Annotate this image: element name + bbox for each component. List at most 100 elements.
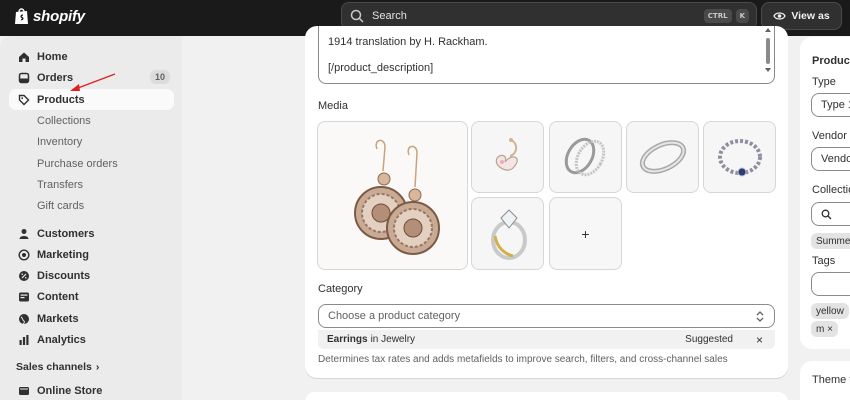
sidebar-item-products[interactable]: Products	[9, 89, 174, 110]
view-as-label: View as	[791, 10, 830, 22]
sidebar-item-label: Online Store	[37, 384, 103, 397]
sidebar-item-label: Analytics	[37, 333, 86, 346]
tag-icon	[17, 93, 30, 106]
dismiss-suggestion-icon[interactable]: ×	[756, 333, 763, 347]
target-icon	[17, 248, 30, 261]
sidebar-item-label: Purchase orders	[37, 157, 118, 170]
search-icon	[821, 209, 832, 219]
category-suggestion[interactable]: Earrings in Jewelry Suggested ×	[318, 330, 775, 349]
collection-chip[interactable]: Summer	[811, 233, 850, 249]
shopify-bag-icon	[15, 8, 28, 24]
category-select[interactable]: Choose a product category	[318, 304, 775, 328]
sales-channels-label: Sales channels	[16, 361, 92, 373]
tag-chip-label: yellow	[816, 305, 844, 317]
vendor-label: Vendor	[812, 130, 847, 142]
brand-name: shopify	[33, 7, 85, 25]
sidebar-item-marketing[interactable]: Marketing	[9, 244, 174, 265]
shortcut-key-ctrl: CTRL	[703, 9, 732, 23]
collections-search-field[interactable]	[811, 202, 850, 226]
vendor-field[interactable]: Vendor	[811, 147, 850, 171]
media-band-ring[interactable]	[626, 121, 699, 193]
sidebar-item-home[interactable]: Home	[9, 46, 174, 67]
sidebar-item-content[interactable]: Content	[9, 286, 174, 307]
sidebar-item-label: Collections	[37, 114, 91, 127]
sidebar-item-markets[interactable]: Markets	[9, 308, 174, 329]
content-icon	[17, 290, 30, 303]
media-bracelet[interactable]	[703, 121, 776, 193]
shopify-logo[interactable]: shopify	[14, 7, 85, 25]
tag-chip[interactable]: yellow	[811, 303, 849, 319]
tags-label: Tags	[812, 255, 836, 267]
sidebar-item-label: Content	[37, 290, 79, 303]
media-solitaire-ring[interactable]	[471, 197, 544, 270]
sidebar-item-label: Inventory	[37, 135, 83, 148]
type-field[interactable]: Type 1	[811, 93, 850, 117]
sidebar-item-label: Customers	[37, 227, 95, 240]
plus-icon: +	[581, 225, 590, 242]
category-placeholder: Choose a product category	[328, 310, 461, 322]
sidebar-item-label: Gift cards	[37, 199, 85, 212]
organization-title: Product	[812, 55, 850, 67]
discount-icon	[17, 269, 30, 282]
media-label: Media	[318, 100, 348, 112]
sidebar-item-discounts[interactable]: Discounts	[9, 265, 174, 286]
suggestion-context: in Jewelry	[370, 334, 416, 345]
sales-channels-header[interactable]: Sales channels ›	[16, 361, 99, 373]
search-placeholder: Search	[372, 10, 407, 22]
band-ring-image	[639, 140, 686, 174]
chevron-up-down-icon	[756, 311, 764, 322]
description-editor[interactable]: 1914 translation by H. Rackham. [/produc…	[318, 26, 775, 84]
tag-chip[interactable]: m ×	[811, 321, 838, 337]
theme-template-card: Theme t	[800, 361, 850, 400]
suggestion-name: Earrings	[327, 334, 368, 345]
rings-image	[564, 137, 605, 177]
media-earrings[interactable]	[317, 121, 468, 270]
orders-icon	[17, 71, 30, 84]
solitaire-ring-image	[490, 208, 527, 260]
sidebar-item-transfers[interactable]: Transfers	[9, 174, 174, 195]
home-icon	[17, 50, 30, 63]
suggested-tag: Suggested	[685, 334, 733, 345]
orders-count-badge: 10	[149, 70, 170, 84]
sidebar-item-orders[interactable]: Orders 10	[9, 67, 174, 88]
sidebar-item-label: Products	[37, 93, 85, 106]
sidebar-item-label: Orders	[37, 71, 74, 84]
sidebar-item-collections[interactable]: Collections	[9, 110, 174, 131]
sidebar-item-purchase-orders[interactable]: Purchase orders	[9, 153, 174, 174]
description-line: [/product_description]	[328, 62, 434, 74]
type-label: Type	[812, 76, 836, 88]
sidebar: Home Orders 10 Products Collections Inve…	[0, 36, 182, 400]
add-media-button[interactable]: +	[549, 197, 622, 270]
bracelet-image	[717, 139, 762, 177]
search-icon	[350, 9, 364, 23]
collections-label: Collections	[812, 184, 850, 196]
product-organization-card: Product Type Type 1 Vendor Vendor Collec…	[800, 37, 850, 349]
chevron-right-icon: ›	[95, 361, 100, 373]
shortcut-key-k: K	[735, 9, 749, 23]
tags-input[interactable]	[811, 272, 850, 296]
description-scrollbar[interactable]	[765, 28, 771, 72]
tag-chip-label: m ×	[816, 323, 833, 335]
sidebar-item-online-store[interactable]: Online Store	[9, 380, 174, 400]
sidebar-item-label: Markets	[37, 312, 79, 325]
sidebar-item-label: Discounts	[37, 269, 91, 282]
sidebar-item-customers[interactable]: Customers	[9, 223, 174, 244]
media-pendant[interactable]	[471, 121, 544, 193]
scroll-thumb[interactable]	[766, 38, 770, 64]
vendor-value: Vendor	[821, 153, 850, 165]
store-icon	[17, 384, 30, 397]
sidebar-item-label: Marketing	[37, 248, 89, 261]
sidebar-item-inventory[interactable]: Inventory	[9, 131, 174, 152]
sidebar-item-analytics[interactable]: Analytics	[9, 329, 174, 350]
media-rings-stack[interactable]	[549, 121, 622, 193]
next-card	[305, 392, 788, 400]
collection-chip-label: Summer	[816, 235, 850, 247]
theme-template-label: Theme t	[812, 374, 850, 386]
eye-icon	[773, 12, 787, 20]
category-help-text: Determines tax rates and adds metafields…	[318, 354, 728, 365]
earrings-image	[353, 139, 440, 255]
description-line: 1914 translation by H. Rackham.	[328, 36, 488, 48]
sidebar-item-label: Home	[37, 50, 68, 63]
chart-icon	[17, 333, 30, 346]
sidebar-item-gift-cards[interactable]: Gift cards	[9, 195, 174, 216]
